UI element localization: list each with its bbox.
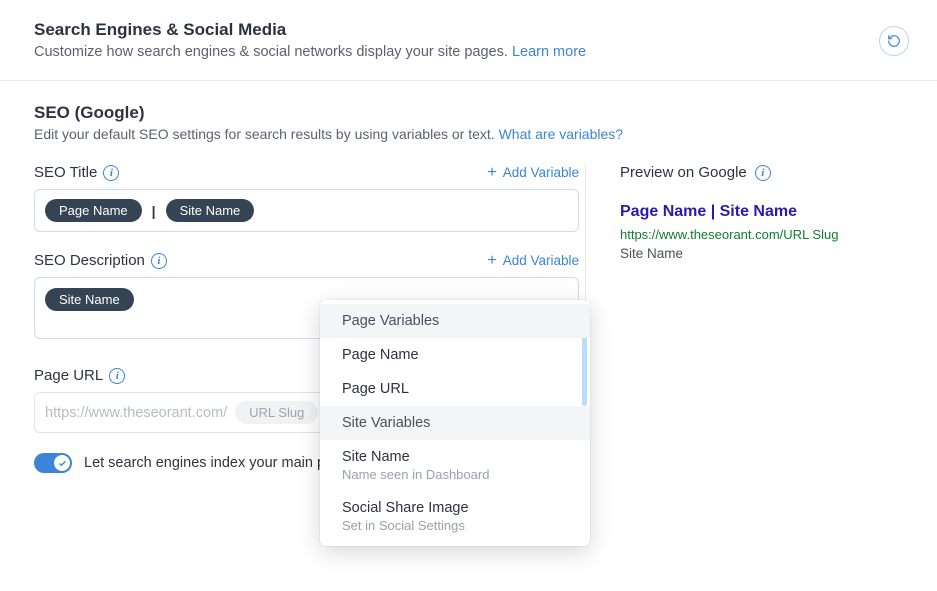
seo-subtitle-text: Edit your default SEO settings for searc… bbox=[34, 126, 499, 142]
variable-pill[interactable]: Page Name bbox=[45, 199, 142, 222]
google-preview-card: Page Name | Site Name https://www.theseo… bbox=[620, 203, 909, 261]
add-variable-label: Add Variable bbox=[503, 253, 579, 268]
preview-heading-text: Preview on Google bbox=[620, 164, 747, 181]
page-header: Search Engines & Social Media Customize … bbox=[0, 0, 937, 81]
pill-separator: | bbox=[150, 203, 158, 219]
index-toggle-label: Let search engines index your main pages bbox=[84, 455, 356, 471]
page-title: Search Engines & Social Media bbox=[34, 20, 879, 40]
seo-title-label-text: SEO Title bbox=[34, 164, 97, 181]
plus-icon: + bbox=[487, 165, 496, 181]
add-variable-label: Add Variable bbox=[503, 165, 579, 180]
check-icon bbox=[58, 459, 67, 468]
dropdown-item-sublabel: Name seen in Dashboard bbox=[342, 467, 568, 482]
seo-description-label-text: SEO Description bbox=[34, 252, 145, 269]
page-subtitle-text: Customize how search engines & social ne… bbox=[34, 44, 512, 60]
page-url-label: Page URL i bbox=[34, 367, 125, 384]
variable-pill[interactable]: Site Name bbox=[45, 288, 134, 311]
info-icon[interactable]: i bbox=[109, 368, 125, 384]
plus-icon: + bbox=[487, 253, 496, 269]
page-url-base: https://www.theseorant.com/ bbox=[45, 405, 227, 421]
seo-section-subtitle: Edit your default SEO settings for searc… bbox=[34, 126, 909, 142]
seo-title-field: SEO Title i + Add Variable Page Name | S… bbox=[34, 164, 579, 232]
page-url-label-text: Page URL bbox=[34, 367, 103, 384]
dropdown-item-page-url[interactable]: Page URL bbox=[320, 372, 590, 406]
variable-pill[interactable]: Site Name bbox=[166, 199, 255, 222]
refresh-icon bbox=[887, 34, 901, 48]
seo-section-title: SEO (Google) bbox=[34, 103, 909, 123]
seo-title-label: SEO Title i bbox=[34, 164, 119, 181]
content-area: SEO (Google) Edit your default SEO setti… bbox=[0, 81, 937, 473]
dropdown-item-label: Site Name bbox=[342, 449, 568, 465]
dropdown-header-site: Site Variables bbox=[320, 406, 590, 440]
google-preview-description: Site Name bbox=[620, 246, 909, 261]
what-are-variables-link[interactable]: What are variables? bbox=[499, 126, 624, 142]
preview-heading: Preview on Google i bbox=[620, 164, 909, 181]
dropdown-item-page-name[interactable]: Page Name bbox=[320, 338, 590, 372]
add-variable-seo-desc[interactable]: + Add Variable bbox=[487, 253, 579, 269]
page-subtitle: Customize how search engines & social ne… bbox=[34, 44, 879, 60]
url-slug-pill: URL Slug bbox=[235, 401, 318, 424]
add-variable-seo-title[interactable]: + Add Variable bbox=[487, 165, 579, 181]
learn-more-link[interactable]: Learn more bbox=[512, 44, 586, 60]
dropdown-item-label: Social Share Image bbox=[342, 500, 568, 516]
refresh-button[interactable] bbox=[879, 26, 909, 56]
info-icon[interactable]: i bbox=[103, 165, 119, 181]
preview-column: Preview on Google i Page Name | Site Nam… bbox=[620, 164, 909, 473]
info-icon[interactable]: i bbox=[755, 165, 771, 181]
info-icon[interactable]: i bbox=[151, 253, 167, 269]
toggle-knob bbox=[54, 455, 70, 471]
google-preview-url: https://www.theseorant.com/URL Slug bbox=[620, 227, 909, 242]
google-preview-title: Page Name | Site Name bbox=[620, 203, 909, 221]
dropdown-header-page: Page Variables bbox=[320, 304, 590, 338]
seo-title-input[interactable]: Page Name | Site Name bbox=[34, 189, 579, 232]
variable-dropdown[interactable]: Page Variables Page Name Page URL Site V… bbox=[320, 300, 590, 546]
dropdown-item-site-name[interactable]: Site Name Name seen in Dashboard bbox=[320, 440, 590, 491]
page-header-text: Search Engines & Social Media Customize … bbox=[34, 20, 879, 60]
seo-description-label: SEO Description i bbox=[34, 252, 167, 269]
index-toggle[interactable] bbox=[34, 453, 72, 473]
dropdown-item-social-share[interactable]: Social Share Image Set in Social Setting… bbox=[320, 491, 590, 542]
dropdown-item-sublabel: Set in Social Settings bbox=[342, 518, 568, 533]
